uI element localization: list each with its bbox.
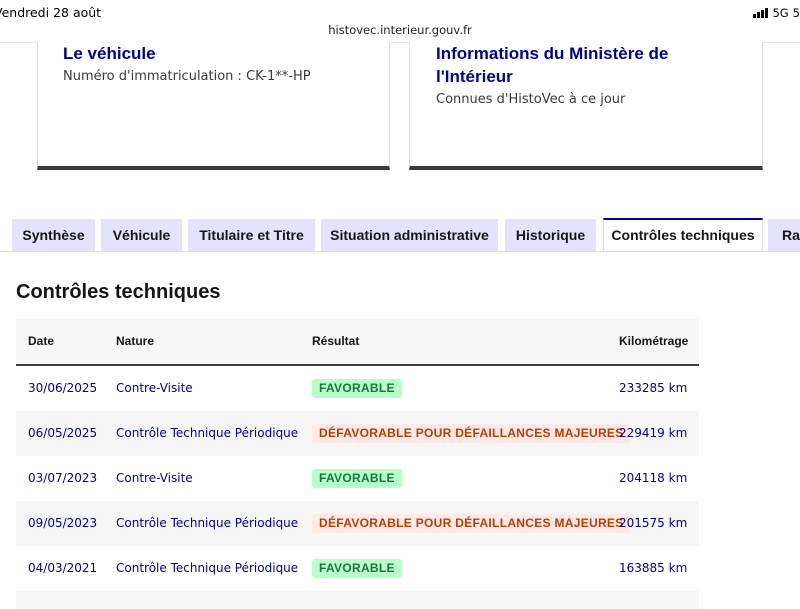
row-nature: Contrôle Technique Périodique — [116, 516, 299, 530]
table-row: 09/05/2023 Contrôle Technique Périodique… — [16, 501, 699, 546]
tab-situation-administrative[interactable]: Situation administrative — [321, 219, 498, 251]
row-nature: Contrôle Technique Périodique — [116, 561, 299, 575]
tab-synthese[interactable]: Synthèse — [12, 219, 95, 251]
ministry-info-card: Informations du Ministère de l'Intérieur… — [409, 42, 763, 170]
ministry-card-subtitle: Connues d'HistoVec à ce jour — [436, 92, 626, 107]
row-nature: Contre-Visite — [116, 471, 193, 485]
battery-level: 5 — [792, 6, 800, 20]
ministry-card-title: Informations du Ministère de l'Intérieur — [436, 44, 669, 86]
registration-number: Numéro d'immatriculation : CK-1**-HP — [63, 69, 311, 84]
network-type: 5G — [772, 6, 789, 20]
result-badge: DÉFAVORABLE POUR DÉFAILLANCES MAJEURES — [312, 424, 631, 443]
result-badge: FAVORABLE — [312, 469, 402, 488]
tab-rapport[interactable]: Rapport — [768, 219, 800, 251]
table-row-partial — [16, 591, 699, 609]
row-mileage: 201575 km — [619, 516, 688, 530]
tab-vehicule[interactable]: Véhicule — [101, 219, 182, 251]
tab-controles-techniques[interactable]: Contrôles techniques — [603, 218, 763, 252]
row-mileage: 163885 km — [619, 561, 688, 575]
table-row: 06/05/2025 Contrôle Technique Périodique… — [16, 411, 699, 456]
row-date: 04/03/2021 — [28, 561, 98, 575]
table-header: Date Nature Résultat Kilométrage — [16, 319, 699, 366]
cellular-signal-icon — [753, 8, 769, 18]
row-date: 30/06/2025 — [28, 381, 98, 395]
row-nature: Contrôle Technique Périodique — [116, 426, 299, 440]
result-badge: FAVORABLE — [312, 559, 402, 578]
row-date: 06/05/2025 — [28, 426, 98, 440]
section-title: Contrôles techniques — [16, 281, 221, 303]
status-bar: Vendredi 28 août histovec.interieur.gouv… — [0, 0, 800, 43]
address-bar-url[interactable]: histovec.interieur.gouv.fr — [0, 23, 800, 37]
status-time: Vendredi 28 août — [0, 5, 102, 20]
tab-historique[interactable]: Historique — [505, 219, 596, 251]
header-date: Date — [28, 334, 55, 348]
row-date: 09/05/2023 — [28, 516, 98, 530]
row-mileage: 229419 km — [619, 426, 688, 440]
table-row: 04/03/2021 Contrôle Technique Périodique… — [16, 546, 699, 591]
technical-inspections-table: Date Nature Résultat Kilométrage 30/06/2… — [16, 319, 699, 609]
vehicle-card: Le véhicule Numéro d'immatriculation : C… — [37, 42, 390, 170]
tab-titulaire[interactable]: Titulaire et Titre — [188, 219, 315, 251]
tab-bar: Synthèse Véhicule Titulaire et Titre Sit… — [0, 218, 800, 252]
table-row: 30/06/2025 Contre-Visite FAVORABLE 23328… — [16, 366, 699, 411]
header-result: Résultat — [312, 334, 360, 348]
row-date: 03/07/2023 — [28, 471, 98, 485]
row-nature: Contre-Visite — [116, 381, 193, 395]
result-badge: DÉFAVORABLE POUR DÉFAILLANCES MAJEURES — [312, 514, 631, 533]
result-badge: FAVORABLE — [312, 379, 402, 398]
table-row: 03/07/2023 Contre-Visite FAVORABLE 20411… — [16, 456, 699, 501]
status-indicators: 5G 5 — [753, 6, 800, 20]
header-nature: Nature — [116, 334, 155, 348]
row-mileage: 233285 km — [619, 381, 688, 395]
row-mileage: 204118 km — [619, 471, 688, 485]
header-mileage: Kilométrage — [619, 334, 689, 348]
vehicle-card-title: Le véhicule — [63, 44, 156, 63]
